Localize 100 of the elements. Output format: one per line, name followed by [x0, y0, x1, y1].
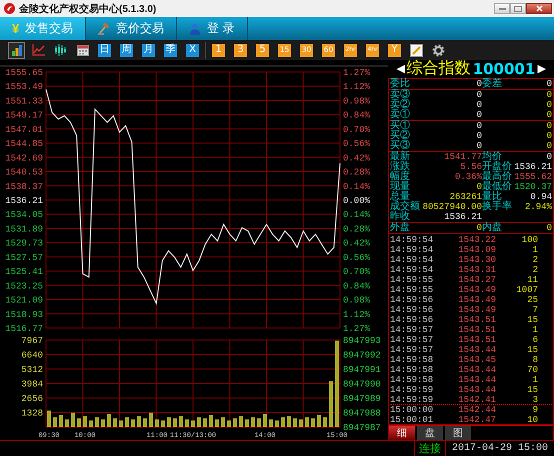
axis-label: 0.14%	[343, 182, 370, 192]
maximize-icon	[514, 6, 522, 12]
field-label: 换手率	[482, 202, 512, 212]
toolbar-button[interactable]: 日	[98, 44, 111, 56]
axis-label: 0.14%	[343, 210, 370, 220]
field-value: 0	[476, 182, 482, 192]
axis-label: 1538.37	[5, 182, 43, 192]
toolbar-button[interactable]: 3	[234, 44, 247, 56]
trade-price: 1543.22	[457, 234, 496, 244]
previous-arrow[interactable]: ◀	[396, 64, 405, 74]
trade-price: 1543.30	[457, 254, 496, 264]
trade-time: 14:59:56	[390, 304, 434, 314]
field-value: 0.36%	[454, 172, 482, 182]
field-value: 0	[476, 121, 482, 131]
connection-status: 连接	[414, 441, 445, 456]
toolbar-button[interactable]: 季	[164, 44, 177, 56]
trade-price: 1543.44	[457, 384, 496, 394]
axis-label: 1544.85	[5, 139, 43, 150]
axis-label: 8947993	[343, 336, 381, 346]
gavel-icon	[98, 22, 110, 34]
field-label: 外盘	[390, 223, 411, 233]
trade-volume: 2	[532, 254, 539, 264]
axis-label: 1527.57	[5, 252, 43, 263]
trade-volume: 8	[532, 354, 539, 364]
field-value: 263261	[448, 192, 482, 202]
axis-label: 1518.93	[5, 310, 43, 320]
axis-label: 8947988	[343, 408, 381, 418]
toolbar-button[interactable]: 月	[142, 44, 155, 56]
trade-time: 15:00:00	[390, 404, 434, 414]
minimize-button[interactable]	[494, 3, 510, 14]
field-label: 量比	[482, 192, 502, 202]
volume-bar	[83, 416, 87, 427]
panel-tab[interactable]: 盘	[417, 426, 443, 440]
volume-bar	[269, 419, 273, 427]
toolbar-button[interactable]	[52, 42, 69, 58]
trade-volume: 1	[532, 374, 539, 384]
trade-price: 1543.44	[457, 344, 496, 354]
trade-volume: 3	[532, 394, 539, 404]
toolbar-button[interactable]: 1	[212, 44, 225, 56]
maximize-button[interactable]	[510, 3, 526, 14]
field-label: 买③	[390, 141, 411, 151]
toolbar-button[interactable]: Y	[388, 44, 401, 56]
axis-label: 1534.05	[5, 210, 43, 220]
axis-label: 1.12%	[343, 310, 370, 320]
field-value: 1536.21	[443, 212, 482, 222]
field-label: 总量	[390, 192, 410, 202]
field-label: 买②	[390, 131, 411, 141]
axis-label: 1555.65	[5, 68, 43, 78]
trade-price: 1543.44	[457, 364, 496, 374]
axis-label: 1.27%	[343, 324, 370, 334]
trade-time: 14:59:56	[390, 314, 434, 324]
trade-volume: 15	[526, 344, 539, 354]
axis-label: 0.70%	[343, 124, 370, 135]
minimize-icon	[498, 7, 506, 10]
axis-label: 0.28%	[343, 168, 370, 178]
axis-label: 1547.01	[5, 124, 43, 135]
settings-icon	[432, 44, 445, 56]
axis-label: 1523.25	[5, 281, 43, 292]
trade-time: 14:59:57	[390, 334, 434, 344]
axis-label: 1542.69	[5, 153, 43, 164]
toolbar-button[interactable]	[408, 42, 425, 58]
field-value: 0	[546, 121, 552, 131]
next-arrow[interactable]: ▶	[537, 64, 546, 74]
trade-volume: 9	[532, 404, 539, 414]
trade-price: 1543.49	[457, 284, 496, 294]
field-label: 涨跌	[390, 162, 411, 172]
volume-bar	[275, 420, 279, 427]
panel-tab[interactable]: 图	[445, 426, 471, 440]
volume-bar	[59, 415, 63, 427]
field-label: 成交额	[390, 202, 420, 212]
line-chart-icon	[32, 44, 45, 56]
nav-tab[interactable]: ¥ 发售交易	[0, 17, 86, 40]
volume-bar	[293, 418, 297, 427]
toolbar-button[interactable]: 周	[120, 44, 133, 56]
panel-tab[interactable]: 细	[389, 426, 415, 440]
volume-bar	[173, 418, 177, 427]
trade-time: 14:59:59	[390, 384, 434, 394]
toolbar-button[interactable]: 5	[256, 44, 269, 56]
trade-price: 1543.49	[457, 294, 496, 304]
candlestick-icon	[54, 44, 67, 56]
trade-volume: 1007	[515, 284, 539, 294]
user-icon	[189, 22, 202, 34]
bar-chart-icon	[10, 44, 22, 56]
toolbar-button[interactable]: X	[186, 44, 199, 56]
trade-time: 14:59:54	[390, 264, 434, 274]
field-value: 1541.77	[443, 152, 482, 162]
trade-volume: 100	[520, 234, 539, 244]
volume-bar	[215, 419, 219, 427]
yen-icon: ¥	[12, 21, 20, 36]
close-icon	[536, 5, 542, 12]
close-button[interactable]	[526, 3, 552, 14]
trade-time: 15:00:01	[390, 414, 434, 424]
volume-bar	[329, 381, 333, 427]
toolbar-button[interactable]	[8, 42, 25, 58]
toolbar-button[interactable]	[430, 42, 447, 58]
trade-volume: 2	[532, 264, 539, 274]
field-value: 0	[546, 79, 552, 89]
field-label: 开盘价	[482, 162, 512, 172]
field-value: 1520.37	[513, 182, 552, 192]
axis-label: 8947989	[343, 394, 381, 404]
